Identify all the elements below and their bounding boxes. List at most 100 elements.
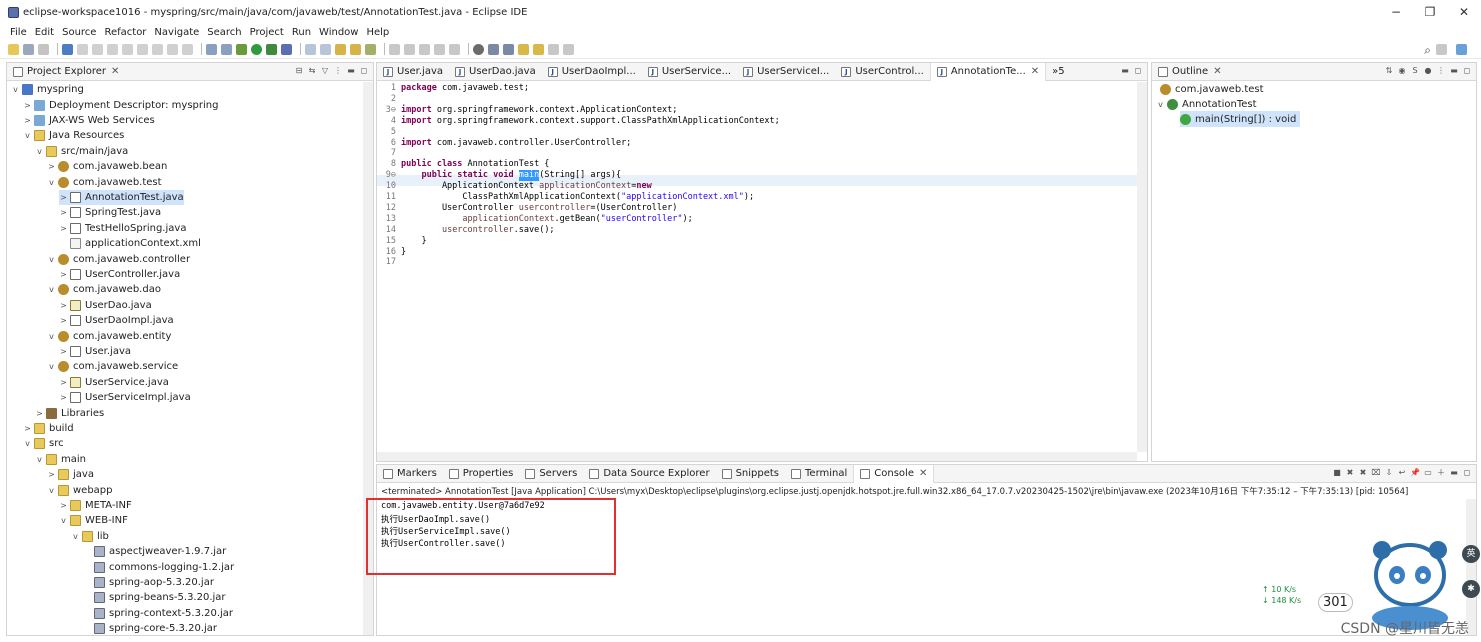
tree-item[interactable]: aspectjweaver-1.9.7.jar (83, 544, 226, 559)
resume-icon[interactable] (92, 43, 103, 55)
twisty-icon[interactable]: > (35, 409, 44, 418)
show-whitespace-icon[interactable] (434, 43, 445, 55)
menu-navigate[interactable]: Navigate (154, 27, 199, 38)
minimize-view-icon[interactable]: ▬ (346, 66, 356, 76)
whitespace-icon[interactable] (419, 43, 430, 55)
open-task-icon[interactable] (365, 43, 376, 55)
code-line[interactable]: 2 (377, 94, 401, 105)
twisty-icon[interactable]: v (47, 255, 56, 264)
terminate-icon[interactable] (122, 43, 133, 55)
twisty-icon[interactable]: > (23, 101, 32, 110)
open-console-icon[interactable]: ＋ (1436, 468, 1446, 478)
view-menu-icon[interactable]: ⋮ (1436, 66, 1446, 76)
tab-terminal[interactable]: Terminal (785, 465, 853, 483)
server-icon[interactable] (206, 43, 217, 55)
editor-tab-annotationtest[interactable]: J AnnotationTe... ✕ (929, 63, 1047, 81)
twisty-icon[interactable]: > (59, 347, 68, 356)
close-icon[interactable]: ✕ (1031, 66, 1039, 77)
pin-editor-icon[interactable] (563, 43, 574, 55)
twisty-icon[interactable]: > (59, 501, 68, 510)
twisty-icon[interactable]: > (59, 270, 68, 279)
last-edit-icon[interactable] (518, 43, 529, 55)
maximize-button[interactable]: ❐ (1413, 0, 1447, 24)
menu-edit[interactable]: Edit (35, 27, 54, 38)
twisty-icon[interactable]: v (23, 131, 32, 140)
twisty-icon[interactable]: > (47, 162, 56, 171)
view-menu-icon[interactable]: ⋮ (333, 66, 343, 76)
tab-servers[interactable]: Servers (519, 465, 583, 483)
tree-item[interactable]: v com.javaweb.controller (47, 251, 190, 266)
scroll-lock-icon[interactable]: ⇩ (1384, 468, 1394, 478)
maximize-view-icon[interactable]: ◻ (1133, 66, 1143, 76)
code-line[interactable]: 12 UserController usercontroller =(UserCo… (377, 203, 678, 214)
hide-fields-icon[interactable]: ◉ (1397, 66, 1407, 76)
perspective-icon[interactable] (1436, 44, 1447, 55)
new-java-project-icon[interactable] (305, 43, 316, 55)
tree-item[interactable]: > UserServiceImpl.java (59, 390, 191, 405)
word-wrap-icon[interactable]: ↩ (1397, 468, 1407, 478)
tree-item[interactable]: v com.javaweb.dao (47, 282, 161, 297)
annotation-prev-icon[interactable] (503, 43, 514, 55)
tree-item[interactable]: applicationContext.xml (59, 236, 201, 251)
pin-console-icon[interactable]: 📌 (1410, 468, 1420, 478)
tab-markers[interactable]: Markers (377, 465, 443, 483)
code-line[interactable]: 6 import com.javaweb.controller.UserContr… (377, 138, 631, 149)
code-area[interactable]: 1 package com.javaweb.test; 2 3⊖ import org.… (377, 83, 1127, 453)
twisty-icon[interactable]: > (23, 424, 32, 433)
twisty-icon[interactable]: v (23, 439, 32, 448)
new-class-icon[interactable] (335, 43, 346, 55)
twisty-icon[interactable]: v (47, 362, 56, 371)
collapse-all-icon[interactable]: ⊟ (294, 66, 304, 76)
code-line[interactable]: 14 usercontroller .save(); (377, 225, 555, 236)
tree-item[interactable]: v myspring (11, 82, 84, 97)
forward-icon[interactable] (548, 43, 559, 55)
step-into-icon[interactable] (152, 43, 163, 55)
twisty-icon[interactable]: > (59, 378, 68, 387)
java-ee-perspective-icon[interactable] (1456, 44, 1467, 55)
run-icon[interactable] (251, 43, 262, 55)
code-line[interactable]: 3⊖ import org.springframework.context.App… (377, 105, 678, 116)
maximize-view-icon[interactable]: ◻ (1462, 468, 1472, 478)
outline-item-method[interactable]: main(String[]) : void (1180, 111, 1301, 127)
step-return-icon[interactable] (182, 43, 193, 55)
toggle-block-icon[interactable] (404, 43, 415, 55)
tree-item[interactable]: spring-beans-5.3.20.jar (83, 590, 226, 605)
twisty-icon[interactable]: > (59, 301, 68, 310)
menu-window[interactable]: Window (319, 27, 358, 38)
code-line[interactable]: 9⊖ public static void main (String[] args… (377, 170, 621, 182)
tree-item[interactable]: v lib (71, 529, 109, 544)
skip-breakpoints-icon[interactable] (77, 43, 88, 55)
editor-tab-userdao[interactable]: J UserDao.java (449, 63, 542, 81)
twisty-icon[interactable]: > (47, 470, 56, 479)
twisty-icon[interactable]: > (23, 116, 32, 125)
display-console-icon[interactable]: ▭ (1423, 468, 1433, 478)
external-tools-icon[interactable] (281, 43, 292, 55)
code-line[interactable]: 5 (377, 127, 401, 138)
code-line[interactable]: 11 ClassPathXmlApplicationContext("appli… (377, 192, 754, 203)
search-toolbar-icon[interactable] (473, 43, 484, 55)
tree-item[interactable]: > UserService.java (59, 375, 169, 390)
tree-item[interactable]: v main (35, 452, 86, 467)
tree-item[interactable]: v com.javaweb.entity (47, 328, 171, 343)
tree-item[interactable]: spring-context-5.3.20.jar (83, 606, 233, 621)
tree-item[interactable]: > build (23, 421, 74, 436)
tab-project-explorer[interactable]: Project Explorer ✕ (7, 63, 125, 81)
tree-item[interactable]: v WEB-INF (59, 513, 128, 528)
minimize-view-icon[interactable]: ▬ (1449, 468, 1459, 478)
tree-item[interactable]: > UserDao.java (59, 298, 152, 313)
menu-source[interactable]: Source (62, 27, 96, 38)
twisty-icon[interactable]: v (1156, 100, 1165, 109)
suspend-icon[interactable] (107, 43, 118, 55)
coverage-icon[interactable] (266, 43, 277, 55)
search-icon[interactable]: ⌕ (1424, 43, 1431, 58)
save-all-icon[interactable] (38, 43, 49, 55)
console-scrollbar[interactable] (1466, 499, 1476, 635)
code-line[interactable]: 4 import org.springframework.context.supp… (377, 116, 780, 127)
editor-tabs-overflow[interactable]: »5 (1046, 63, 1070, 81)
code-line[interactable]: 13 applicationContext .getBean("userContr… (377, 214, 693, 225)
back-icon[interactable] (533, 43, 544, 55)
editor-tab-usercontroller[interactable]: J UserControl... (835, 63, 929, 81)
tree-item[interactable]: spring-core-5.3.20.jar (83, 621, 217, 635)
twisty-icon[interactable]: > (59, 316, 68, 325)
code-line[interactable]: 10 ApplicationContext applicationContext… (377, 181, 652, 192)
